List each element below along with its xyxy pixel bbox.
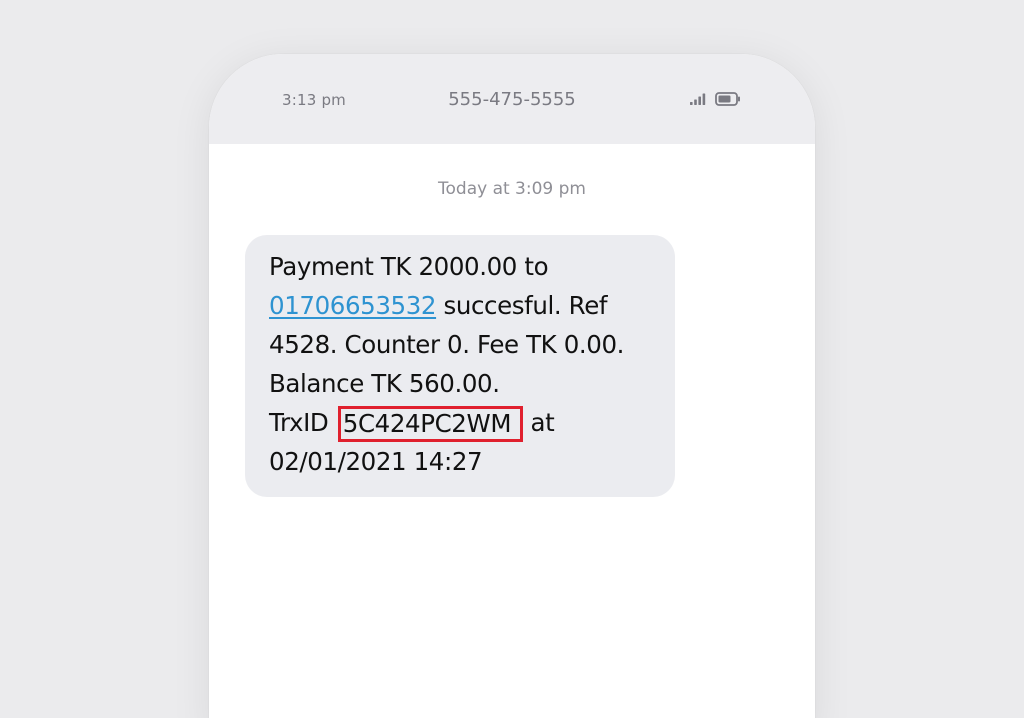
trx-id-highlight: 5C424PC2WM bbox=[337, 406, 524, 442]
message-line: TrxID 5C424PC2WM at bbox=[269, 403, 665, 442]
message-bubble[interactable]: Payment TK 2000.00 to 01706653532 succes… bbox=[245, 235, 675, 497]
conversation-timestamp: Today at 3:09 pm bbox=[438, 179, 586, 199]
trx-label: TrxID bbox=[269, 408, 336, 437]
message-line: Payment TK 2000.00 to bbox=[269, 252, 549, 281]
battery-icon bbox=[715, 92, 740, 106]
message-line: 4528. Counter 0. Fee TK 0.00. bbox=[269, 330, 625, 359]
page-background: 3:13 pm 555-475-5555 Today at 3:09 pm Pa… bbox=[0, 0, 1024, 718]
status-bar: 3:13 pm 555-475-5555 bbox=[209, 54, 815, 144]
message-line: Balance TK 560.00. bbox=[269, 369, 500, 398]
message-line: 01706653532 succesful. Ref bbox=[269, 286, 665, 325]
message-text: at bbox=[523, 408, 555, 437]
phone-screen: 3:13 pm 555-475-5555 Today at 3:09 pm Pa… bbox=[209, 54, 815, 718]
message-text: succesful. Ref bbox=[436, 291, 608, 320]
phone-number-link[interactable]: 01706653532 bbox=[269, 291, 436, 320]
signal-bars-icon bbox=[690, 93, 706, 105]
message-line: 02/01/2021 14:27 bbox=[269, 447, 483, 476]
